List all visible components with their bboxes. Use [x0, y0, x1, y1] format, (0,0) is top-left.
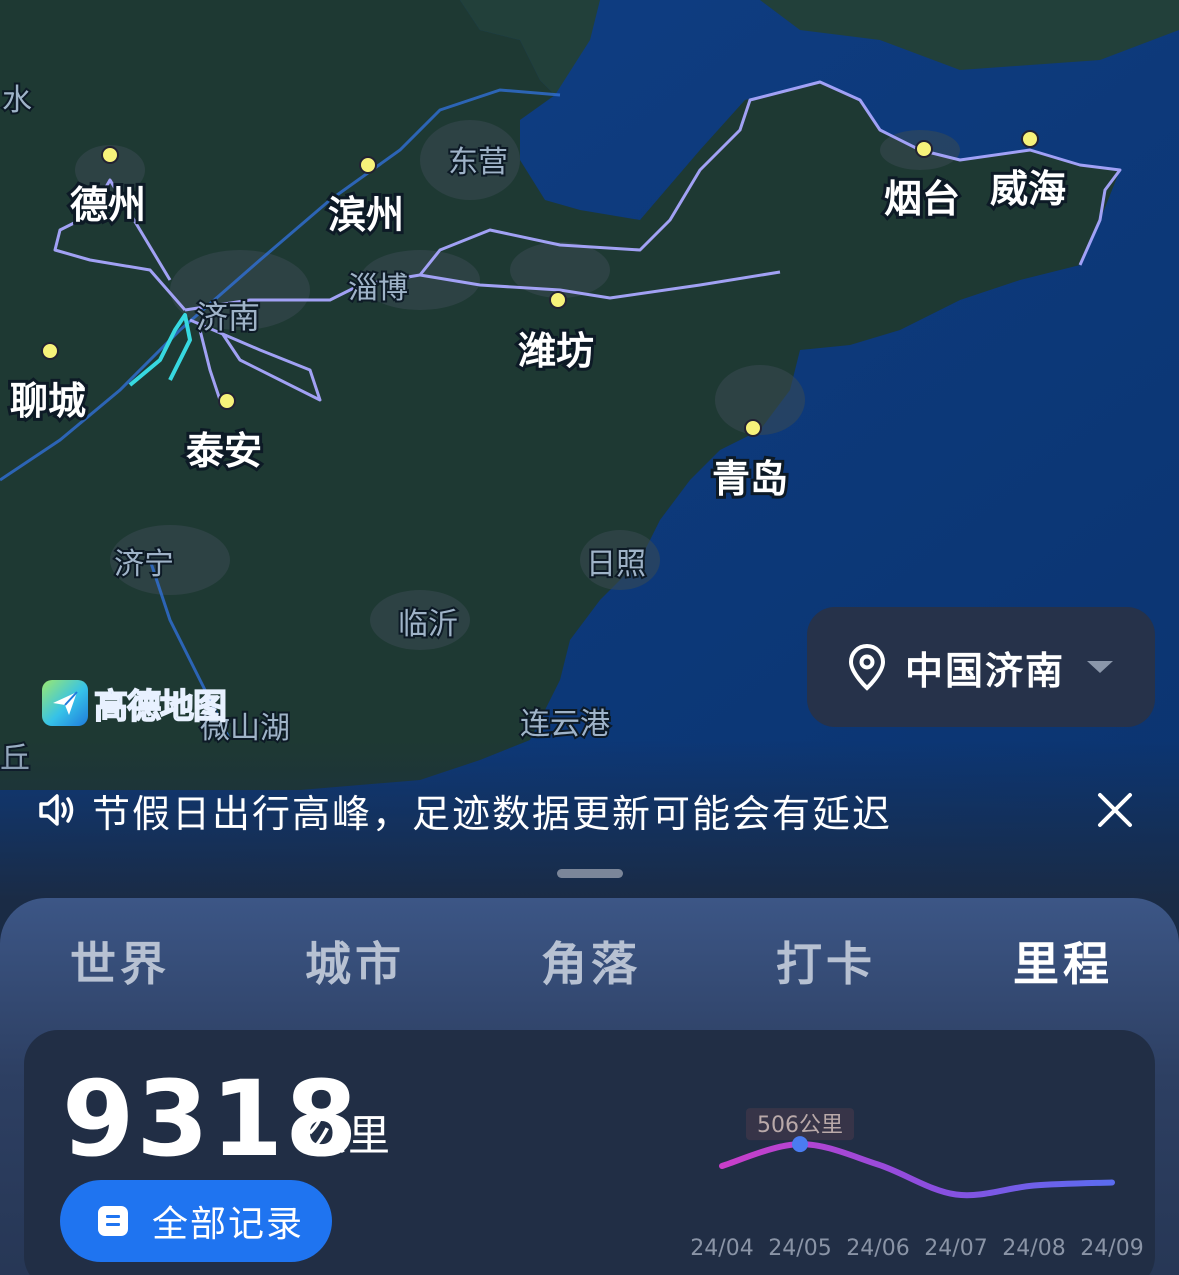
city-dot-yantai [915, 140, 933, 158]
x-tick-label: 24/08 [1002, 1236, 1065, 1261]
mileage-card: 9318 公里 全部记录 506公里 24/04 24/05 24/06 24/07 24… [24, 1030, 1155, 1275]
speaker-icon [39, 794, 74, 826]
all-records-label: 全部记录 [152, 1204, 305, 1245]
x-tick-label: 24/07 [924, 1236, 987, 1261]
label-zibo: 淄博 [348, 271, 408, 306]
label-binzhou: 滨州 [328, 193, 404, 237]
label-taian: 泰安 [186, 429, 262, 473]
label-linyi: 临沂 [398, 607, 458, 642]
tab-world[interactable]: 世界 [70, 928, 170, 994]
document-icon [98, 1206, 128, 1236]
city-dot-dezhou [101, 146, 119, 164]
total-mileage-unit: 公里 [306, 1111, 391, 1160]
sheet-drag-handle[interactable] [557, 869, 623, 878]
all-records-button[interactable]: 全部记录 [60, 1180, 332, 1262]
city-dot-binzhou [359, 156, 377, 174]
city-dot-qingdao [744, 419, 762, 437]
city-dot-weihai [1021, 130, 1039, 148]
location-selector[interactable]: 中国济南 [807, 607, 1155, 727]
highlight-dot [792, 1136, 808, 1153]
notice-text: 节假日出行高峰，足迹数据更新可能会有延迟 [92, 791, 893, 836]
label-weihai: 威海 [990, 167, 1066, 211]
amap-logo: 高德地图 [42, 680, 228, 728]
label-rizhao: 日照 [586, 547, 646, 582]
label-liaocheng: 聊城 [10, 379, 86, 423]
mileage-series-line [719, 1141, 1115, 1199]
mileage-chart: 506公里 24/04 24/05 24/06 24/07 24/08 24/09 [690, 1108, 1144, 1261]
city-dot-taian [218, 392, 236, 410]
data-point-24-04[interactable] [719, 1163, 725, 1169]
location-text: 中国济南 [905, 648, 1066, 693]
tab-mileage[interactable]: 里程 [1013, 928, 1113, 994]
tab-city[interactable]: 城市 [305, 928, 405, 994]
label-dongying: 东营 [448, 145, 508, 180]
data-point-24-07[interactable] [953, 1192, 959, 1198]
caret-down-icon [1087, 661, 1114, 673]
amap-paper-plane-icon [42, 680, 88, 726]
city-dot-weifang [549, 291, 567, 309]
city-dot-liaocheng [41, 342, 59, 360]
label-yantai: 烟台 [884, 177, 960, 221]
data-point-24-08[interactable] [1031, 1183, 1037, 1189]
bottom-sheet: 世界 城市 角落 打卡 里程 9318 公里 全部记录 506公里 24/04 24… [0, 898, 1179, 1275]
label-lianyungang: 连云港 [520, 707, 610, 742]
tab-checkin[interactable]: 打卡 [776, 928, 876, 994]
label-jinan: 济南 [196, 298, 260, 336]
notice-banner: 节假日出行高峰，足迹数据更新可能会有延迟 [0, 760, 1179, 860]
tab-bar: 世界 城市 角落 打卡 里程 [0, 928, 1179, 1042]
label-qingdao: 青岛 [712, 457, 788, 501]
location-pin-icon [848, 643, 886, 691]
label-dezhou: 德州 [70, 183, 146, 227]
x-tick-label: 24/09 [1080, 1236, 1143, 1261]
label-weifang: 潍坊 [518, 329, 594, 373]
label-jining: 济宁 [114, 547, 174, 582]
tooltip-label: 506公里 [757, 1113, 843, 1138]
x-tick-label: 24/05 [768, 1236, 831, 1261]
x-tick-label: 24/04 [690, 1236, 753, 1261]
data-point-24-09[interactable] [1109, 1180, 1115, 1186]
data-point-24-06[interactable] [875, 1162, 881, 1168]
amap-logo-text: 高德地图 [93, 686, 228, 728]
label-shui: 水 [2, 83, 32, 118]
close-icon[interactable] [1095, 790, 1135, 830]
tab-corner[interactable]: 角落 [541, 928, 641, 994]
x-tick-label: 24/06 [846, 1236, 909, 1261]
